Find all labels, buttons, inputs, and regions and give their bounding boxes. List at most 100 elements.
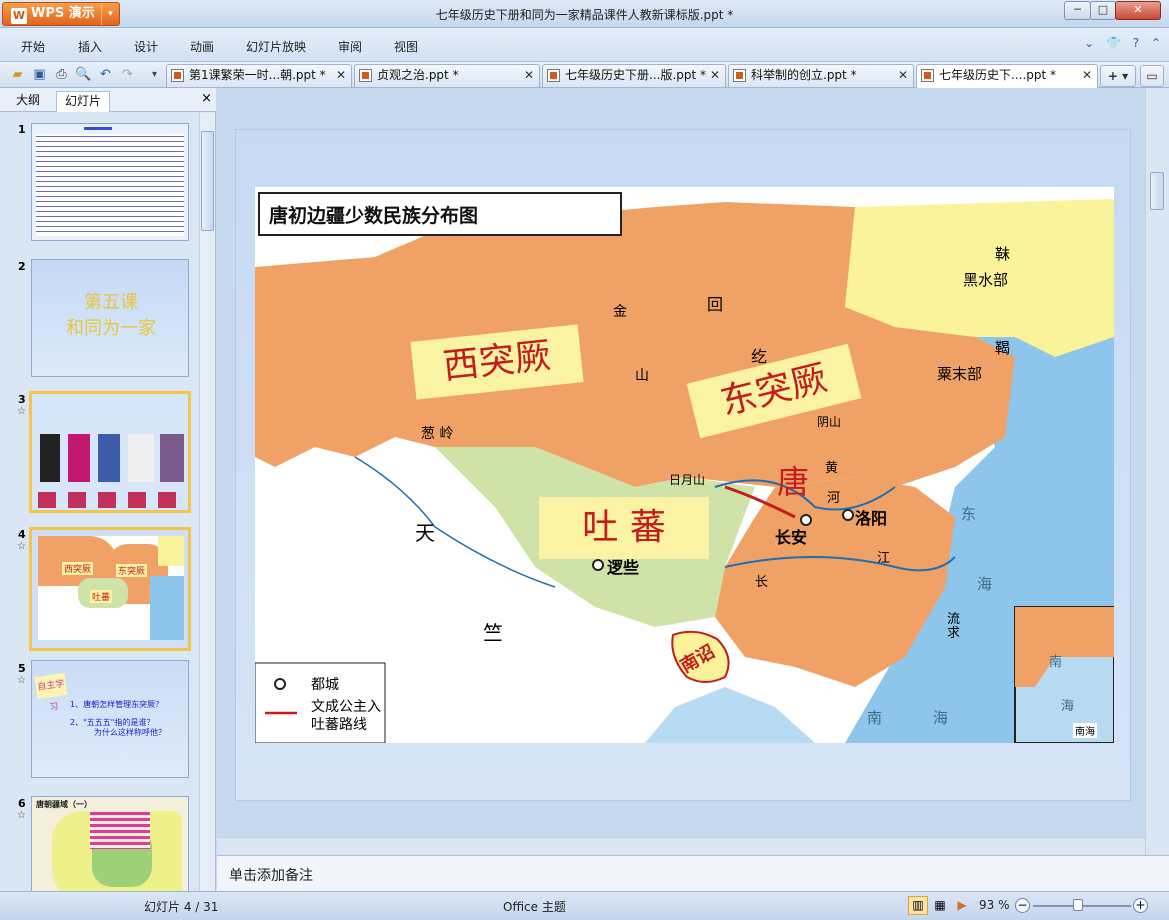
label-yinshan: 阴山 (817, 415, 842, 429)
maximize-button[interactable]: □ (1090, 1, 1116, 20)
ribbon-right-icons: ⌄ 👕 ? ⌃ (1076, 36, 1161, 50)
doc-tab-4[interactable]: 科举制的创立.ppt * ✕ (728, 64, 914, 87)
animation-star-icon: ☆ (17, 810, 26, 821)
zoom-slider-handle[interactable] (1073, 899, 1083, 911)
slides-panel: 大纲 幻灯片 × 1 2 第五课 和同为一家 3 ☆ 4 ☆ 西突厥 东突厥 吐… (0, 88, 216, 891)
close-tab-icon[interactable]: ✕ (524, 65, 534, 86)
thumbnail-scrollbar[interactable] (199, 113, 215, 891)
new-tab-button[interactable]: + ▾ (1100, 65, 1136, 87)
legend-route-1: 文成公主入 (311, 699, 381, 715)
tab-list-button[interactable]: ▭ (1140, 65, 1164, 87)
thumb-label: 东突厥 (116, 564, 148, 577)
redo-icon[interactable]: ↷ (119, 66, 136, 83)
close-window-button[interactable]: ✕ (1115, 1, 1161, 20)
doc-tab-2[interactable]: 贞观之治.ppt * ✕ (354, 64, 540, 87)
ppt-file-icon (359, 69, 372, 82)
scrollbar-thumb[interactable] (1150, 172, 1164, 210)
label-he: 鞨 (995, 339, 1011, 357)
editor-horizontal-scrollbar[interactable] (217, 837, 1145, 855)
label-inset-hai: 海 (1061, 699, 1075, 714)
label-heishui: 黑水部 (963, 271, 1009, 289)
label-congling: 葱 岭 (421, 426, 454, 442)
slide-thumbnail-1[interactable] (31, 123, 189, 241)
label-mohe: 靺 (995, 245, 1011, 263)
slideshow-view-button[interactable]: ▶ (952, 896, 972, 915)
slide-editor: 唐初边疆少数民族分布图 西突厥 东突厥 吐 蕃 唐 南诏 靺 黑水部 鞨 粟末部… (217, 88, 1169, 855)
menu-home[interactable]: 开始 (21, 38, 45, 55)
tab-slides[interactable]: 幻灯片 (56, 91, 111, 112)
editor-vertical-scrollbar[interactable] (1145, 88, 1169, 855)
normal-view-button[interactable]: ▥ (908, 896, 928, 915)
slide-thumbnail-3[interactable] (29, 391, 191, 513)
skin-icon[interactable]: 👕 (1106, 36, 1121, 50)
options-chevron-icon[interactable]: ⌃ (1151, 36, 1161, 50)
animation-star-icon: ☆ (17, 406, 26, 417)
slide-thumbnail-5[interactable]: 自主学习 1、唐朝怎样管理东突厥？ 2、"五五五"指的是谁？ 为什么这样称呼他？ (31, 660, 189, 778)
thumb-line: 1、唐朝怎样管理东突厥？ (70, 700, 164, 709)
close-tab-icon[interactable]: ✕ (710, 65, 720, 86)
label-sea2: 海 (933, 709, 949, 727)
label-riyue: 日月山 (669, 473, 706, 487)
window-title: 七年级历史下册和同为一家精品课件人教新课标版.ppt * (435, 8, 734, 22)
minimize-button[interactable]: ─ (1064, 1, 1091, 20)
doc-tab-1[interactable]: 第1课繁荣一时...朝.ppt * ✕ (166, 64, 352, 87)
slide-thumbnail-6[interactable]: 唐朝疆域（一） (31, 796, 189, 891)
panel-tabs: 大纲 幻灯片 × (0, 88, 216, 112)
doc-tab-label: 贞观之治.ppt * (377, 68, 459, 82)
animation-star-icon: ☆ (17, 675, 26, 686)
thumb-label: 西突厥 (62, 562, 94, 575)
thumb-number: 2 (18, 260, 26, 273)
slide-counter: 幻灯片 4 / 31 (144, 900, 219, 914)
customize-toolbar-icon[interactable]: ▾ (146, 66, 163, 83)
doc-tab-5-active[interactable]: 七年级历史下....ppt * ✕ (916, 64, 1098, 88)
label-river: 河 (827, 491, 841, 506)
doc-tab-3[interactable]: 七年级历史下册...版.ppt * ✕ (542, 64, 726, 87)
menu-bar: 开始 插入 设计 动画 幻灯片放映 审阅 视图 ⌄ 👕 ? ⌃ (0, 28, 1169, 62)
notes-pane[interactable]: 单击添加备注 (217, 855, 1169, 891)
zoom-in-button[interactable]: + (1133, 898, 1148, 913)
label-shan: 山 (635, 368, 649, 384)
tab-outline[interactable]: 大纲 (8, 91, 48, 112)
map-title: 唐初边疆少数民族分布图 (269, 205, 479, 227)
menu-slideshow[interactable]: 幻灯片放映 (246, 38, 306, 55)
zoom-out-button[interactable]: − (1015, 898, 1030, 913)
help-icon[interactable]: ? (1133, 36, 1139, 50)
thumb-title: 第五课 和同为一家 (66, 292, 156, 339)
label-liuqiu: 流求 (947, 612, 961, 641)
slide-sorter-view-button[interactable]: ▦ (930, 896, 950, 915)
ppt-file-icon (171, 69, 184, 82)
menu-animation[interactable]: 动画 (190, 38, 214, 55)
menu-review[interactable]: 审阅 (338, 38, 362, 55)
save-icon[interactable]: ▣ (31, 66, 48, 83)
thumb-title: 唐朝疆域（一） (36, 800, 92, 809)
menu-view[interactable]: 视图 (394, 38, 418, 55)
label-hui: 回 (707, 295, 724, 314)
zoom-level: 93 % (979, 898, 1010, 912)
open-folder-icon[interactable]: ▰ (9, 66, 26, 83)
doc-tab-label: 七年级历史下....ppt * (939, 68, 1057, 82)
notes-placeholder: 单击添加备注 (229, 868, 313, 884)
slide-thumbnail-2[interactable]: 第五课 和同为一家 (31, 259, 189, 377)
ppt-file-icon (733, 69, 746, 82)
label-tang: 唐 (777, 463, 810, 501)
close-tab-icon[interactable]: ✕ (898, 65, 908, 86)
collapse-ribbon-icon[interactable]: ⌄ (1084, 36, 1094, 50)
close-tab-icon[interactable]: ✕ (336, 65, 346, 86)
animation-star-icon: ☆ (17, 541, 26, 552)
slide-canvas[interactable]: 唐初边疆少数民族分布图 西突厥 东突厥 吐 蕃 唐 南诏 靺 黑水部 鞨 粟末部… (235, 129, 1131, 801)
close-panel-icon[interactable]: × (201, 91, 212, 106)
menu-design[interactable]: 设计 (134, 38, 158, 55)
label-tian: 天 (415, 521, 435, 545)
close-tab-icon[interactable]: ✕ (1082, 65, 1092, 86)
print-icon[interactable]: ⎙ (53, 66, 70, 83)
scrollbar-thumb[interactable] (201, 131, 214, 231)
thumb-number: 1 (18, 123, 26, 136)
menu-insert[interactable]: 插入 (78, 38, 102, 55)
print-preview-icon[interactable]: 🔍 (75, 66, 92, 83)
undo-icon[interactable]: ↶ (97, 66, 114, 83)
slide-thumbnail-4-current[interactable]: 西突厥 东突厥 吐蕃 (29, 527, 191, 651)
label-sea: 海 (977, 575, 993, 593)
thumb-line: 为什么这样称呼他？ (94, 728, 166, 737)
thumb-number: 4 (18, 528, 26, 541)
title-bar: W WPS 演示 ▾ 七年级历史下册和同为一家精品课件人教新课标版.ppt * ─… (0, 0, 1169, 28)
